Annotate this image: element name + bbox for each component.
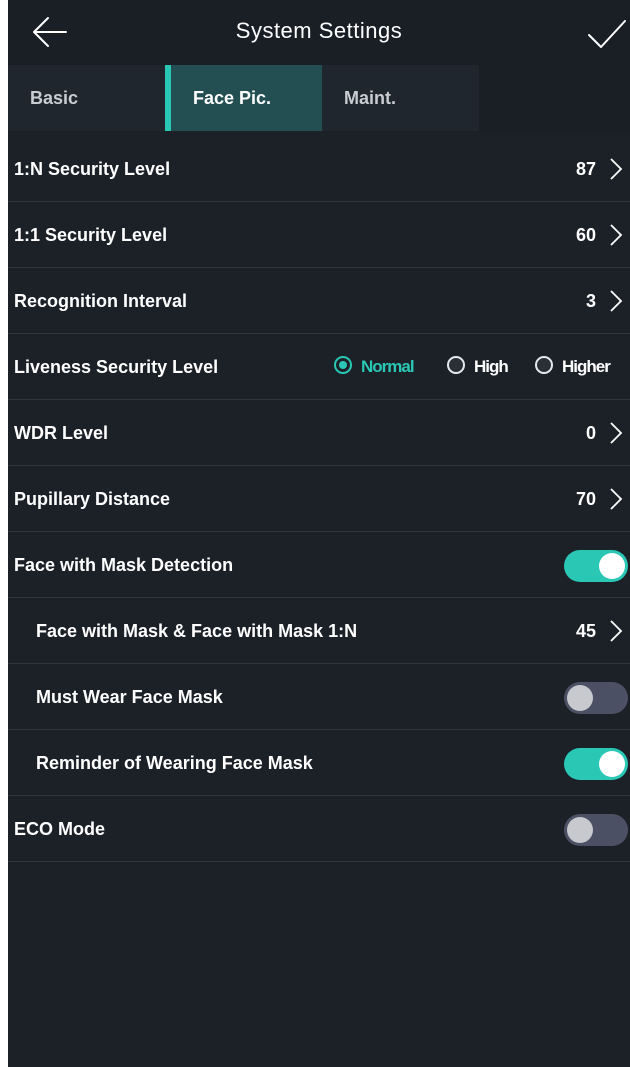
radio-button[interactable] (535, 356, 553, 374)
chevron-right-icon (610, 620, 623, 642)
confirm-button[interactable] (586, 16, 628, 52)
setting-label: Face with Mask Detection (14, 555, 234, 575)
radio-option-normal[interactable]: Normal (334, 334, 434, 400)
face-mask-detection-toggle[interactable] (564, 550, 628, 582)
setting-value: 60 (575, 225, 596, 245)
chevron-right-icon (610, 422, 623, 444)
setting-label: ECO Mode (14, 819, 106, 839)
tab-face-pic[interactable]: Face Pic. (165, 65, 322, 131)
radio-label: Higher (562, 357, 611, 376)
radio-label: High (474, 357, 509, 376)
chevron-right-icon (610, 158, 623, 180)
radio-button[interactable] (447, 356, 465, 374)
tab-maint[interactable]: Maint. (322, 65, 479, 131)
toggle-knob (599, 553, 625, 579)
setting-label: 1:1 Security Level (14, 225, 168, 245)
radio-option-higher[interactable]: Higher (535, 334, 630, 400)
mask-reminder-toggle[interactable] (564, 748, 628, 780)
setting-value: 70 (575, 489, 596, 509)
checkmark-icon (588, 20, 626, 48)
setting-label: Face with Mask & Face with Mask 1:N (36, 621, 358, 641)
setting-row-pupillary-distance[interactable]: Pupillary Distance 70 (8, 466, 630, 532)
setting-row-reminder-wearing-face-mask: Reminder of Wearing Face Mask (8, 730, 630, 796)
setting-row-1n-security-level[interactable]: 1:N Security Level 87 (8, 136, 630, 202)
setting-row-recognition-interval[interactable]: Recognition Interval 3 (8, 268, 630, 334)
setting-row-wdr-level[interactable]: WDR Level 0 (8, 400, 630, 466)
setting-row-must-wear-face-mask: Must Wear Face Mask (8, 664, 630, 730)
setting-value: 45 (575, 621, 596, 641)
setting-row-face-with-mask-1n[interactable]: Face with Mask & Face with Mask 1:N 45 (8, 598, 630, 664)
setting-label: Reminder of Wearing Face Mask (36, 753, 313, 773)
liveness-radio-group: Normal High Higher (330, 334, 630, 400)
tab-bar: Basic Face Pic. Maint. (8, 65, 630, 131)
eco-mode-toggle[interactable] (564, 814, 628, 846)
page-title: System Settings (235, 18, 403, 43)
toggle-knob (567, 817, 593, 843)
setting-label: Recognition Interval (14, 291, 188, 311)
chevron-right-icon (610, 224, 623, 246)
setting-row-liveness-security-level: Liveness Security Level Normal High High… (8, 334, 630, 400)
setting-row-eco-mode: ECO Mode (8, 796, 630, 862)
setting-label: WDR Level (14, 423, 109, 443)
setting-row-face-with-mask-detection: Face with Mask Detection (8, 532, 630, 598)
system-settings-screen: System Settings Basic Face Pic. Maint. 1… (8, 0, 630, 1067)
tab-basic[interactable]: Basic (8, 65, 165, 131)
setting-value: 3 (585, 291, 596, 311)
radio-label: Normal (361, 357, 415, 376)
header-bar: System Settings (8, 0, 630, 65)
setting-label: Liveness Security Level (14, 357, 219, 377)
toggle-knob (567, 685, 593, 711)
radio-button-selected[interactable] (334, 356, 352, 374)
setting-label: Must Wear Face Mask (36, 687, 223, 707)
setting-row-11-security-level[interactable]: 1:1 Security Level 60 (8, 202, 630, 268)
setting-label: 1:N Security Level (14, 159, 171, 179)
chevron-right-icon (610, 290, 623, 312)
chevron-right-icon (610, 488, 623, 510)
setting-value: 87 (575, 159, 596, 179)
toggle-knob (599, 751, 625, 777)
must-wear-mask-toggle[interactable] (564, 682, 628, 714)
setting-value: 0 (585, 423, 596, 443)
radio-option-high[interactable]: High (447, 334, 527, 400)
setting-label: Pupillary Distance (14, 489, 171, 509)
settings-list: 1:N Security Level 87 1:1 Security Level… (8, 136, 630, 862)
